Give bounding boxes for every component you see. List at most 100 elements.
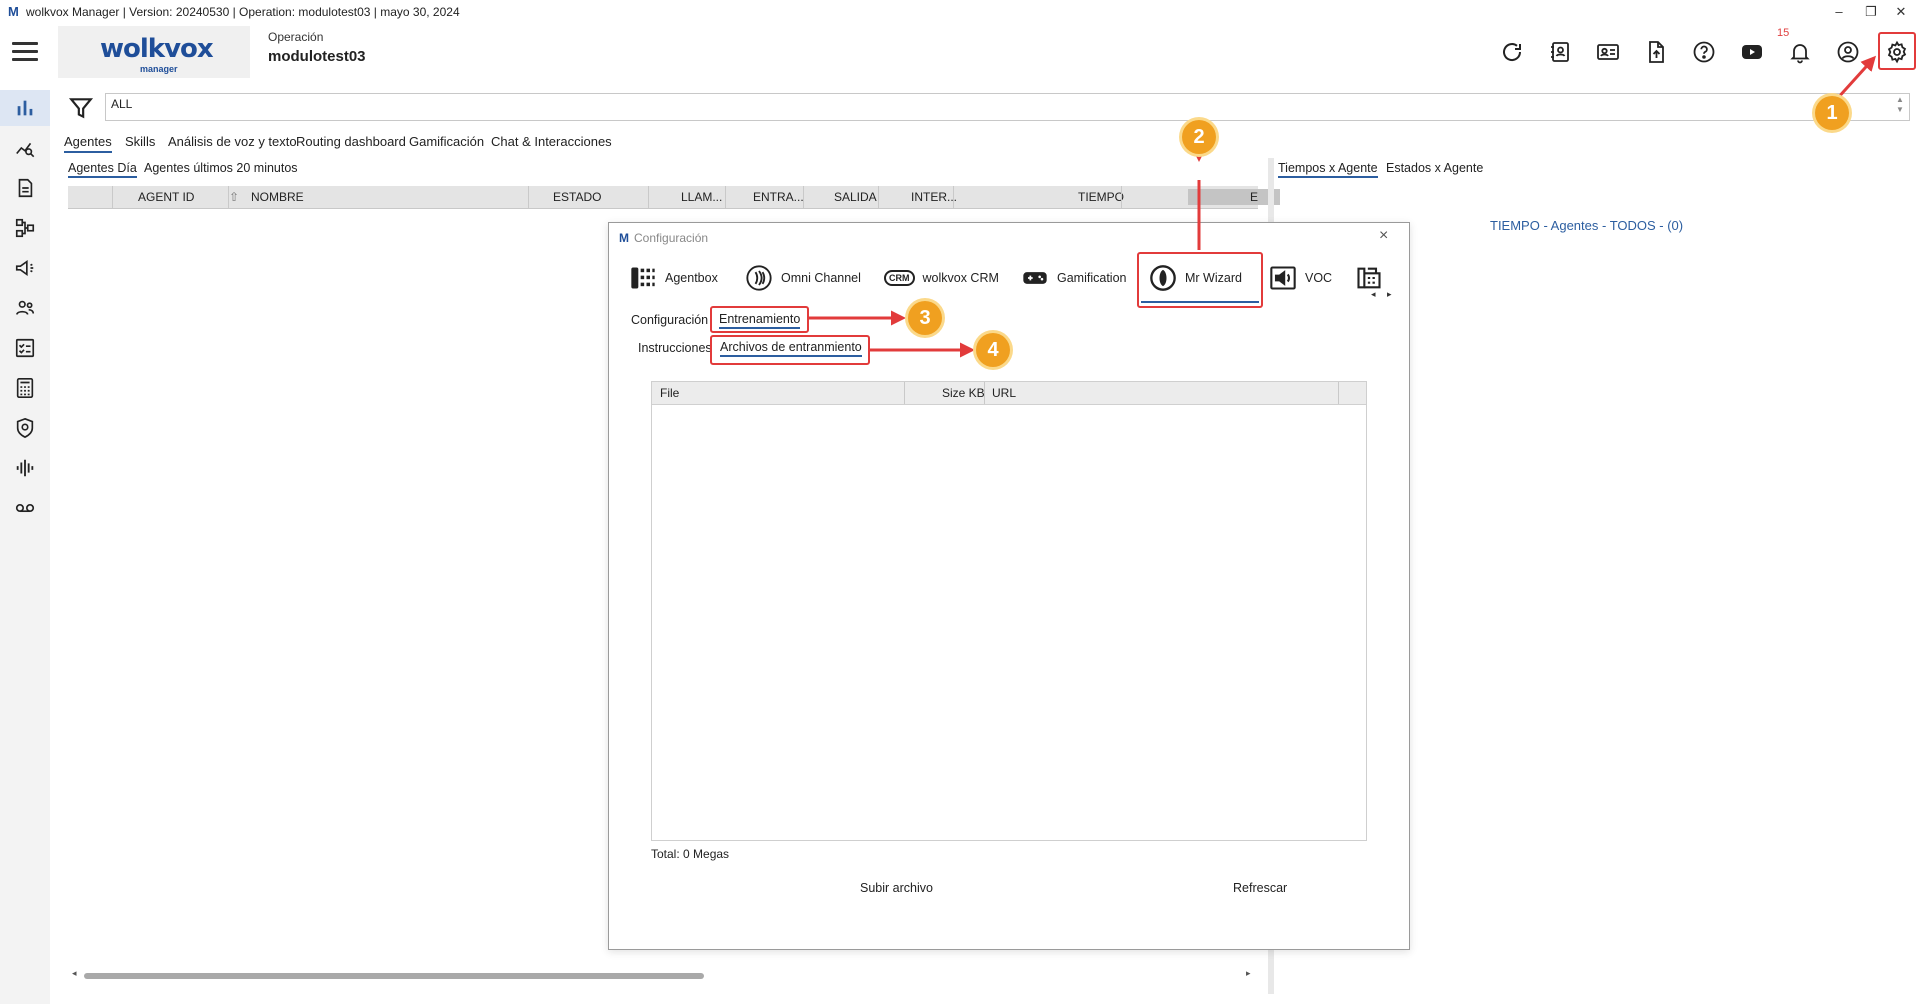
rail-bar-chart-icon[interactable] xyxy=(0,90,50,126)
gear-highlight-box xyxy=(1878,32,1916,70)
col-e[interactable]: E xyxy=(1250,190,1258,204)
tab-gamificacion[interactable]: Gamificación xyxy=(409,134,484,149)
app-logo-icon: M xyxy=(8,4,19,19)
brand-logo: wolkvox manager xyxy=(58,26,250,78)
rail-voicemail-icon[interactable] xyxy=(0,490,50,526)
step-badge-4: 4 xyxy=(976,333,1010,367)
subtab-agentes-dia[interactable]: Agentes Día xyxy=(68,161,137,178)
col-agent-id[interactable]: AGENT ID xyxy=(138,190,194,204)
tab-routing-dashboard[interactable]: Routing dashboard xyxy=(296,134,406,149)
upload-file-icon[interactable] xyxy=(1642,38,1670,66)
voc-speaker-icon xyxy=(1270,266,1296,290)
scroll-left-icon[interactable]: ◂ xyxy=(72,968,77,979)
subtab-agentes-20-min[interactable]: Agentes últimos 20 minutos xyxy=(144,161,298,175)
help-icon[interactable] xyxy=(1690,38,1718,66)
upload-file-button[interactable]: Subir archivo xyxy=(860,881,933,895)
mr-wizard-highlight-box xyxy=(1137,252,1263,308)
video-icon[interactable] xyxy=(1738,38,1766,66)
user-icon[interactable] xyxy=(1834,38,1862,66)
hamburger-menu-icon[interactable] xyxy=(12,42,38,64)
col-nombre[interactable]: NOMBRE xyxy=(251,190,304,204)
restore-button[interactable]: ❐ xyxy=(1856,2,1886,22)
rail-calculator-icon[interactable] xyxy=(0,370,50,406)
dialog-tab-voc[interactable]: VOC xyxy=(1269,261,1332,295)
close-window-button[interactable]: ✕ xyxy=(1886,2,1916,22)
tab-tiempos-x-agente[interactable]: Tiempos x Agente xyxy=(1278,161,1378,178)
col-salida[interactable]: SALIDA xyxy=(834,190,877,204)
agents-grid-header: AGENT ID ⇧ NOMBRE ESTADO LLAM... ENTRA..… xyxy=(68,186,1280,209)
fax-icon xyxy=(1357,267,1381,289)
dialog-tab-wolkvox-crm-label: wolkvox CRM xyxy=(922,271,999,285)
col-tiempo[interactable]: TIEMPO xyxy=(1078,190,1124,204)
app-header: wolkvox manager Operación modulotest03 1… xyxy=(0,24,1920,90)
operation-label: Operación xyxy=(268,30,324,44)
rail-report-icon[interactable] xyxy=(0,170,50,206)
left-nav-rail xyxy=(0,90,50,1004)
training-files-table: File Size KB URL xyxy=(651,381,1367,841)
filter-icon[interactable] xyxy=(68,95,94,121)
step-badge-2: 2 xyxy=(1182,120,1216,154)
id-card-icon[interactable] xyxy=(1594,38,1622,66)
tab-analisis[interactable]: Análisis de voz y texto xyxy=(168,134,297,149)
filter-scroll-arrows-icon[interactable]: ▲ ▼ xyxy=(1896,95,1904,115)
sort-up-icon[interactable]: ⇧ xyxy=(229,190,239,204)
col-interacciones[interactable]: INTER... xyxy=(911,190,957,204)
entrenamiento-highlight-box xyxy=(710,306,809,333)
col-entrantes[interactable]: ENTRA... xyxy=(753,190,804,204)
rail-checklist-icon[interactable] xyxy=(0,330,50,366)
right-panel-title: TIEMPO - Agentes - TODOS - (0) xyxy=(1490,218,1684,233)
tab-chat-interacciones[interactable]: Chat & Interacciones xyxy=(491,134,612,149)
tab-agentes[interactable]: Agentes xyxy=(64,134,112,153)
minimize-button[interactable]: – xyxy=(1824,2,1854,22)
omni-channel-icon xyxy=(746,265,772,291)
dialog-title-text: Configuración xyxy=(634,231,709,245)
blurred-column-header xyxy=(1188,189,1280,205)
col-url[interactable]: URL xyxy=(992,386,1016,400)
crm-icon: CRM xyxy=(884,270,915,286)
col-estado[interactable]: ESTADO xyxy=(553,190,601,204)
window-title: wolkvox Manager | Version: 20240530 | Op… xyxy=(26,5,460,19)
operation-name: modulotest03 xyxy=(268,48,366,65)
title-bar: M wolkvox Manager | Version: 20240530 | … xyxy=(0,0,1920,24)
col-file[interactable]: File xyxy=(660,386,679,400)
dialog-tab-wolkvox-crm[interactable]: CRM wolkvox CRM xyxy=(884,261,999,295)
total-size-label: Total: 0 Megas xyxy=(651,847,730,861)
tabs-scroll-left-icon[interactable]: ◂ xyxy=(1371,289,1376,300)
scroll-right-icon[interactable]: ▸ xyxy=(1246,968,1251,979)
rail-shield-icon[interactable] xyxy=(0,410,50,446)
rail-flow-icon[interactable] xyxy=(0,210,50,246)
dialog-tab-gamification-label: Gamification xyxy=(1057,271,1127,285)
dialog-tab-overflow[interactable] xyxy=(1355,261,1383,295)
rail-analytics-icon[interactable] xyxy=(0,130,50,166)
dialog-logo-icon: M xyxy=(619,231,629,245)
gamepad-icon xyxy=(1023,272,1047,284)
dialog-tab-agentbox-label: Agentbox xyxy=(665,271,718,285)
refresh-icon[interactable] xyxy=(1498,38,1526,66)
contacts-book-icon[interactable] xyxy=(1546,38,1574,66)
refresh-files-button[interactable]: Refrescar xyxy=(1233,881,1287,895)
bell-icon[interactable] xyxy=(1786,38,1814,66)
archivos-highlight-box xyxy=(710,335,870,365)
dialog-tab-gamification[interactable]: Gamification xyxy=(1021,261,1126,295)
col-llamadas[interactable]: LLAM... xyxy=(681,190,722,204)
dialog-tab-omni-channel-label: Omni Channel xyxy=(781,271,861,285)
col-size-kb[interactable]: Size KB xyxy=(942,386,985,400)
step-badge-1: 1 xyxy=(1815,96,1849,130)
dialog-title: M Configuración xyxy=(619,231,708,245)
dialog-tab-omni-channel[interactable]: Omni Channel xyxy=(745,261,861,295)
rail-users-icon[interactable] xyxy=(0,290,50,326)
brand-logo-word: wolkvox xyxy=(100,34,214,64)
horizontal-scroll-thumb[interactable] xyxy=(84,973,704,979)
dialog-close-icon[interactable]: × xyxy=(1379,227,1388,245)
agentbox-phone-icon xyxy=(631,267,655,289)
dialog-tab-agentbox[interactable]: Agentbox xyxy=(629,261,718,295)
subtab-instrucciones[interactable]: Instrucciones xyxy=(638,341,712,355)
tabs-scroll-right-icon[interactable]: ▸ xyxy=(1387,289,1392,300)
tab-estados-x-agente[interactable]: Estados x Agente xyxy=(1386,161,1483,175)
tab-skills[interactable]: Skills xyxy=(125,134,155,149)
rail-audio-wave-icon[interactable] xyxy=(0,450,50,486)
filter-input[interactable]: ALL xyxy=(105,93,1910,121)
notification-count-badge: 15 xyxy=(1777,27,1790,39)
subtab-configuracion[interactable]: Configuración xyxy=(631,313,708,327)
rail-campaign-icon[interactable] xyxy=(0,250,50,286)
